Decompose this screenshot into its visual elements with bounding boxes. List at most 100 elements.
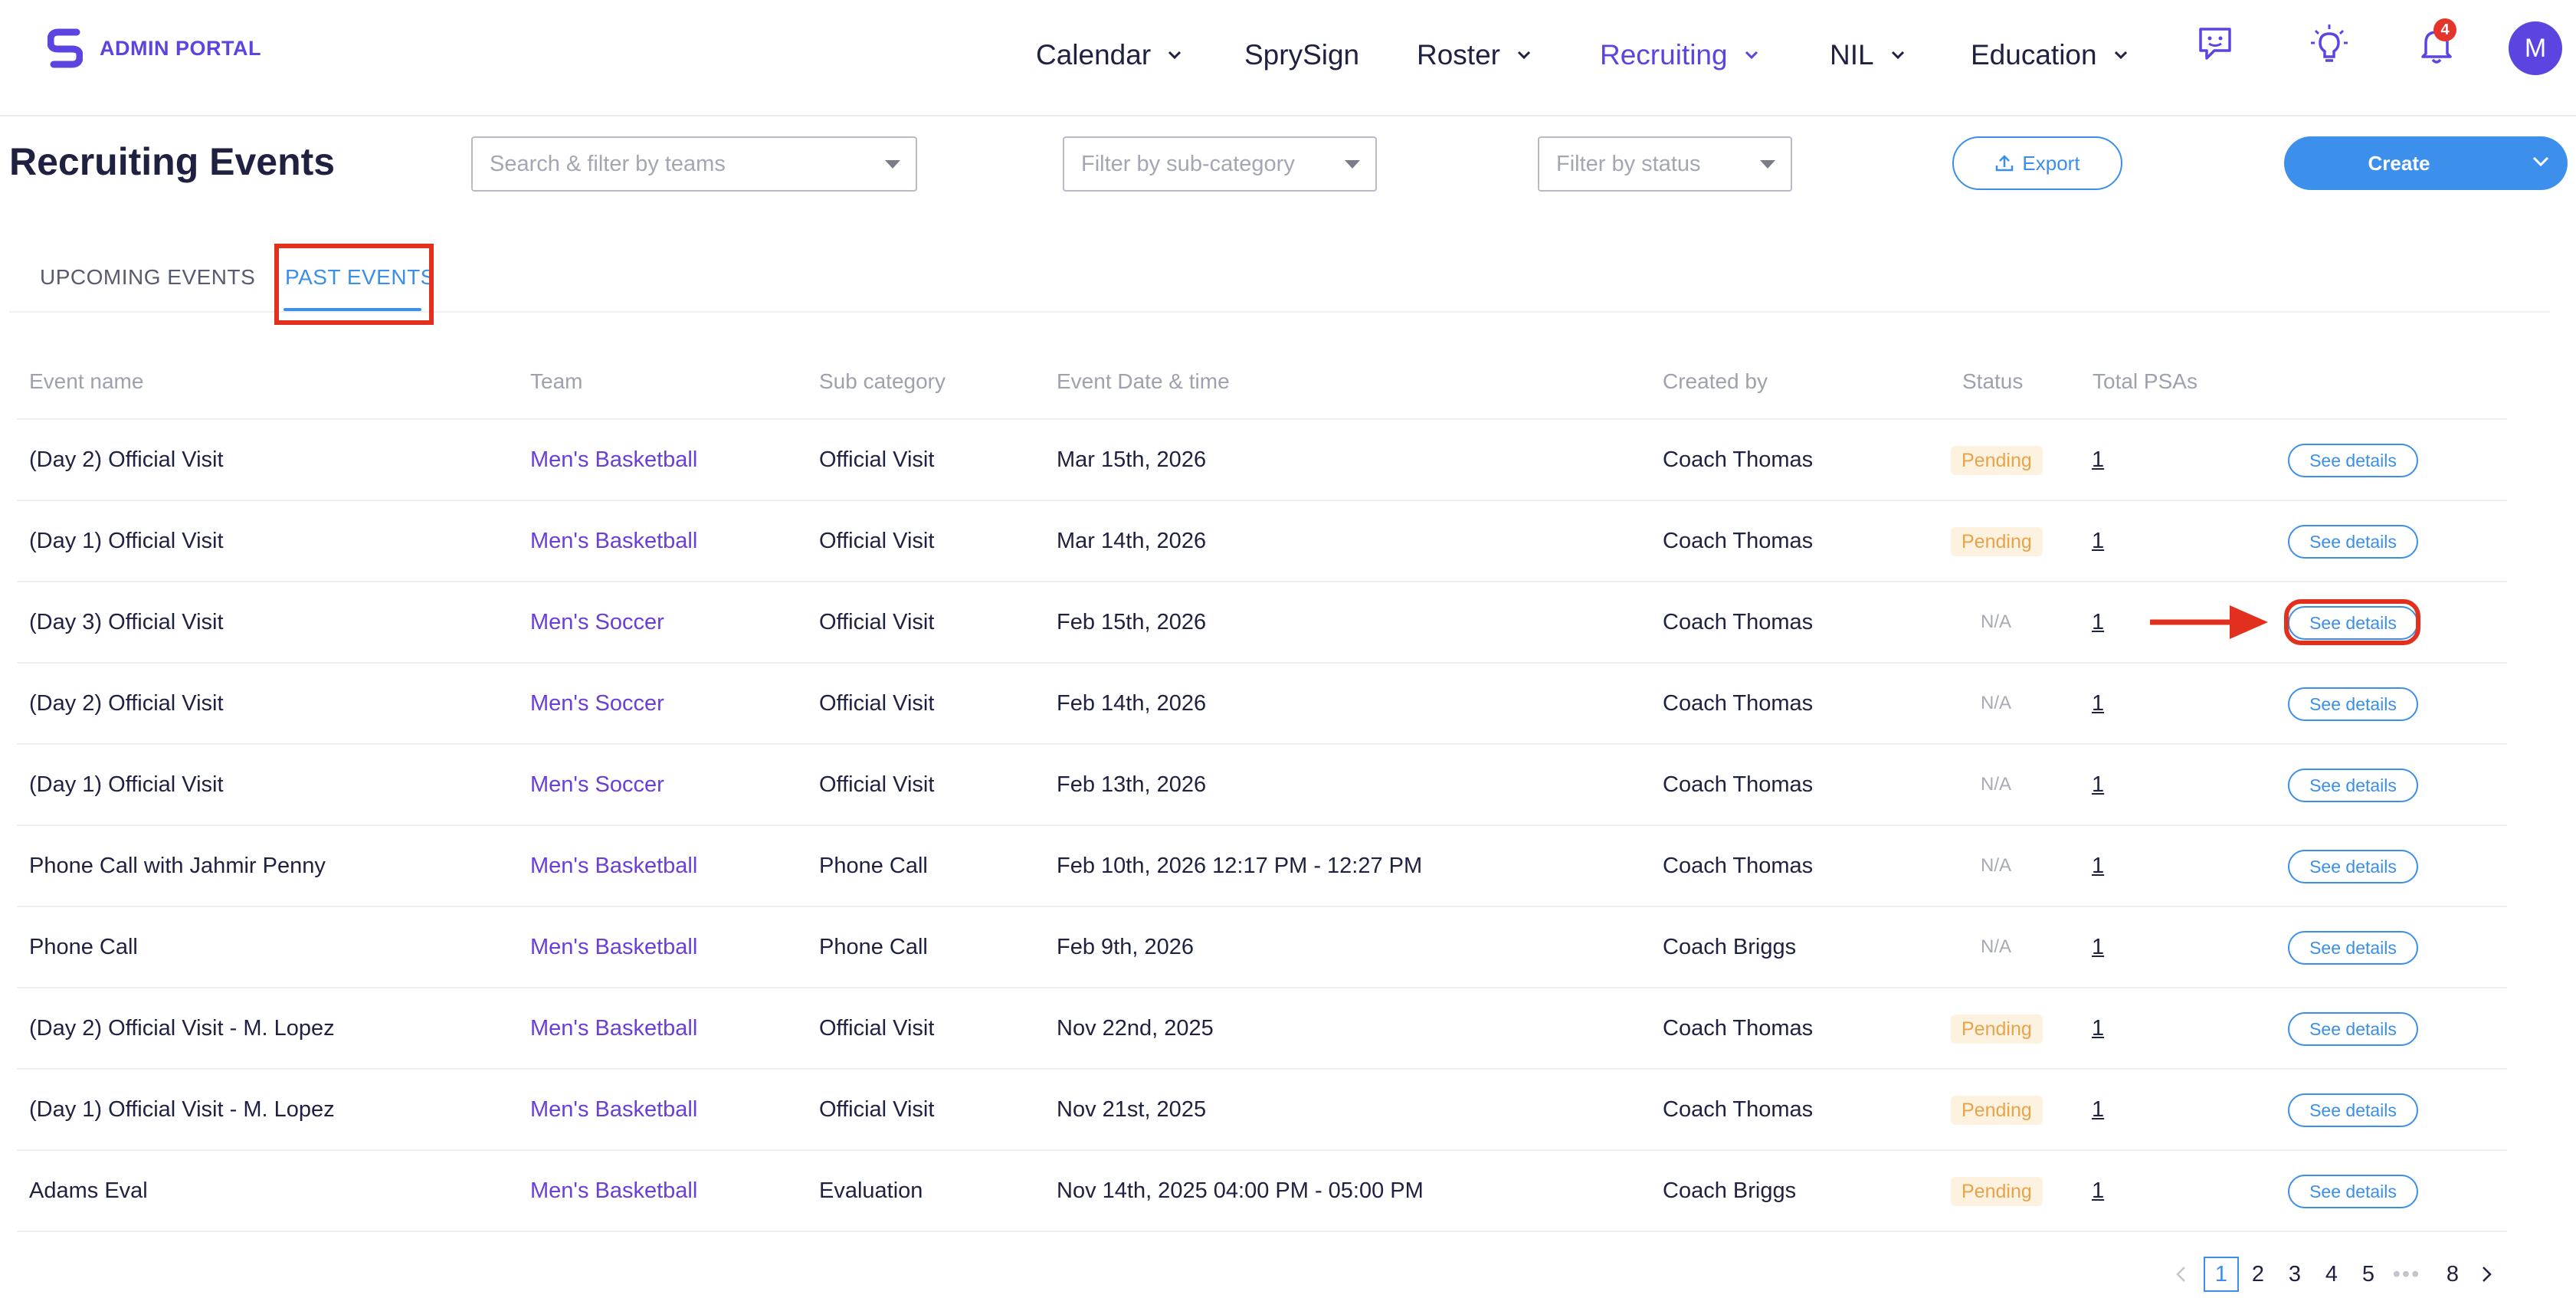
status-badge: Pending [1951,527,2043,556]
create-button[interactable]: Create [2284,136,2568,190]
brand-logo[interactable]: ADMIN PORTAL [48,28,261,69]
nav-nil[interactable]: NIL [1830,34,1905,77]
event-name-cell: (Day 1) Official Visit [29,772,224,797]
pagination-page-5[interactable]: 5 [2351,1257,2386,1292]
tab-upcoming-events[interactable]: UPCOMING EVENTS [40,265,255,290]
sub-category-cell: Official Visit [819,528,935,553]
pagination-ellipsis[interactable]: ••• [2389,1257,2424,1292]
nav-label: NIL [1830,39,1874,70]
total-psas-link[interactable]: 1 [2092,1151,2104,1231]
team-link[interactable]: Men's Basketball [530,501,697,581]
see-details-button[interactable]: See details [2288,1093,2418,1127]
total-psas-link[interactable]: 1 [2092,988,2104,1068]
event-name-cell: (Day 1) Official Visit [29,528,224,553]
pagination-page-4[interactable]: 4 [2314,1257,2349,1292]
page-title: Recruiting Events [9,140,336,183]
team-link[interactable]: Men's Basketball [530,988,697,1068]
table-row: (Day 2) Official Visit Men's Soccer Offici… [17,662,2507,743]
nav-calendar[interactable]: Calendar [1036,34,1181,77]
table-row: Phone Call with Jahmir Penny Men's Basket… [17,824,2507,906]
caret-down-icon [1345,160,1360,169]
table-row: (Day 1) Official Visit - M. Lopez Men's B… [17,1068,2507,1149]
table-row: (Day 1) Official Visit Men's Soccer Offici… [17,743,2507,824]
see-details-button[interactable]: See details [2288,1175,2418,1208]
event-date-cell: Nov 21st, 2025 [1057,1096,1207,1122]
event-date-cell: Mar 14th, 2026 [1057,528,1207,553]
event-name-cell: (Day 2) Official Visit [29,690,224,716]
nav-roster[interactable]: Roster [1417,34,1531,77]
brand-name: ADMIN PORTAL [100,36,261,60]
total-psas-link[interactable]: 1 [2092,1070,2104,1149]
column-header-event-name: Event name [29,369,144,393]
event-name-cell: (Day 2) Official Visit - M. Lopez [29,1015,335,1041]
lightbulb-icon[interactable] [2308,23,2351,66]
annotation-arrow [2150,601,2273,644]
chat-icon[interactable] [2194,23,2237,66]
nav-education[interactable]: Education [1971,34,2128,77]
column-header-total-psas: Total PSAs [2093,369,2197,393]
table-bottom-divider [17,1231,2507,1232]
total-psas-link[interactable]: 1 [2092,501,2104,581]
user-avatar[interactable]: M [2509,21,2562,75]
see-details-button[interactable]: See details [2288,444,2418,477]
pagination-page-8[interactable]: 8 [2435,1257,2470,1292]
event-date-cell: Mar 15th, 2026 [1057,447,1207,472]
total-psas-link[interactable]: 1 [2092,745,2104,824]
export-button[interactable]: Export [1952,136,2122,190]
table-row: Phone Call Men's Basketball Phone Call Feb … [17,906,2507,987]
see-details-button[interactable]: See details [2288,850,2418,883]
event-name-cell: (Day 2) Official Visit [29,447,224,472]
created-by-cell: Coach Briggs [1663,934,1797,959]
total-psas-link[interactable]: 1 [2092,420,2104,500]
status-badge: Pending [1951,1014,2043,1044]
see-details-button[interactable]: See details [2288,769,2418,802]
see-details-button[interactable]: See details [2288,931,2418,965]
team-link[interactable]: Men's Basketball [530,420,697,500]
total-psas-link[interactable]: 1 [2092,826,2104,906]
team-link[interactable]: Men's Basketball [530,907,697,987]
pagination-prev-button[interactable] [2165,1257,2196,1292]
pagination-page-2[interactable]: 2 [2240,1257,2276,1292]
team-link[interactable]: Men's Basketball [530,1151,697,1231]
total-psas-link[interactable]: 1 [2092,664,2104,743]
status-badge: N/A [1981,693,2012,713]
pagination-page-3[interactable]: 3 [2277,1257,2312,1292]
total-psas-link[interactable]: 1 [2092,907,2104,987]
team-link[interactable]: Men's Soccer [530,664,664,743]
nav-label: Recruiting [1600,39,1728,70]
team-link[interactable]: Men's Soccer [530,582,664,662]
event-date-cell: Nov 22nd, 2025 [1057,1015,1214,1041]
table-row: (Day 1) Official Visit Men's Basketball Of… [17,500,2507,581]
see-details-button[interactable]: See details [2288,1012,2418,1046]
status-badge: Pending [1951,446,2043,475]
event-date-cell: Feb 10th, 2026 12:17 PM - 12:27 PM [1057,853,1423,878]
event-name-cell: (Day 3) Official Visit [29,609,224,634]
sub-category-cell: Official Visit [819,447,935,472]
nav-recruiting[interactable]: Recruiting [1600,34,1758,77]
create-label: Create [2368,151,2430,175]
team-filter-select[interactable]: Search & filter by teams [471,136,917,192]
status-filter-select[interactable]: Filter by status [1538,136,1792,192]
chevron-down-icon [1517,51,1531,60]
column-header-created-by: Created by [1663,369,1768,393]
pagination-page-1[interactable]: 1 [2204,1257,2239,1292]
column-header-sub-category: Sub category [819,369,946,393]
table-row: (Day 2) Official Visit - M. Lopez Men's B… [17,987,2507,1068]
chevron-right-icon [2483,1267,2492,1282]
column-header-status: Status [1962,369,2024,393]
pagination-next-button[interactable] [2472,1257,2502,1292]
nav-sprysign[interactable]: SprySign [1244,34,1359,77]
event-date-cell: Nov 14th, 2025 04:00 PM - 05:00 PM [1057,1178,1424,1203]
see-details-button[interactable]: See details [2288,687,2418,721]
see-details-button[interactable]: See details [2288,525,2418,559]
total-psas-link[interactable]: 1 [2092,582,2104,662]
chevron-down-icon[interactable] [2532,156,2549,167]
notification-count-badge: 4 [2433,18,2456,41]
chevron-down-icon [1745,51,1758,60]
team-link[interactable]: Men's Soccer [530,745,664,824]
team-link[interactable]: Men's Basketball [530,826,697,906]
status-filter-placeholder: Filter by status [1556,151,1701,176]
team-link[interactable]: Men's Basketball [530,1070,697,1149]
chevron-left-icon [2176,1267,2185,1282]
subcategory-filter-select[interactable]: Filter by sub-category [1063,136,1377,192]
